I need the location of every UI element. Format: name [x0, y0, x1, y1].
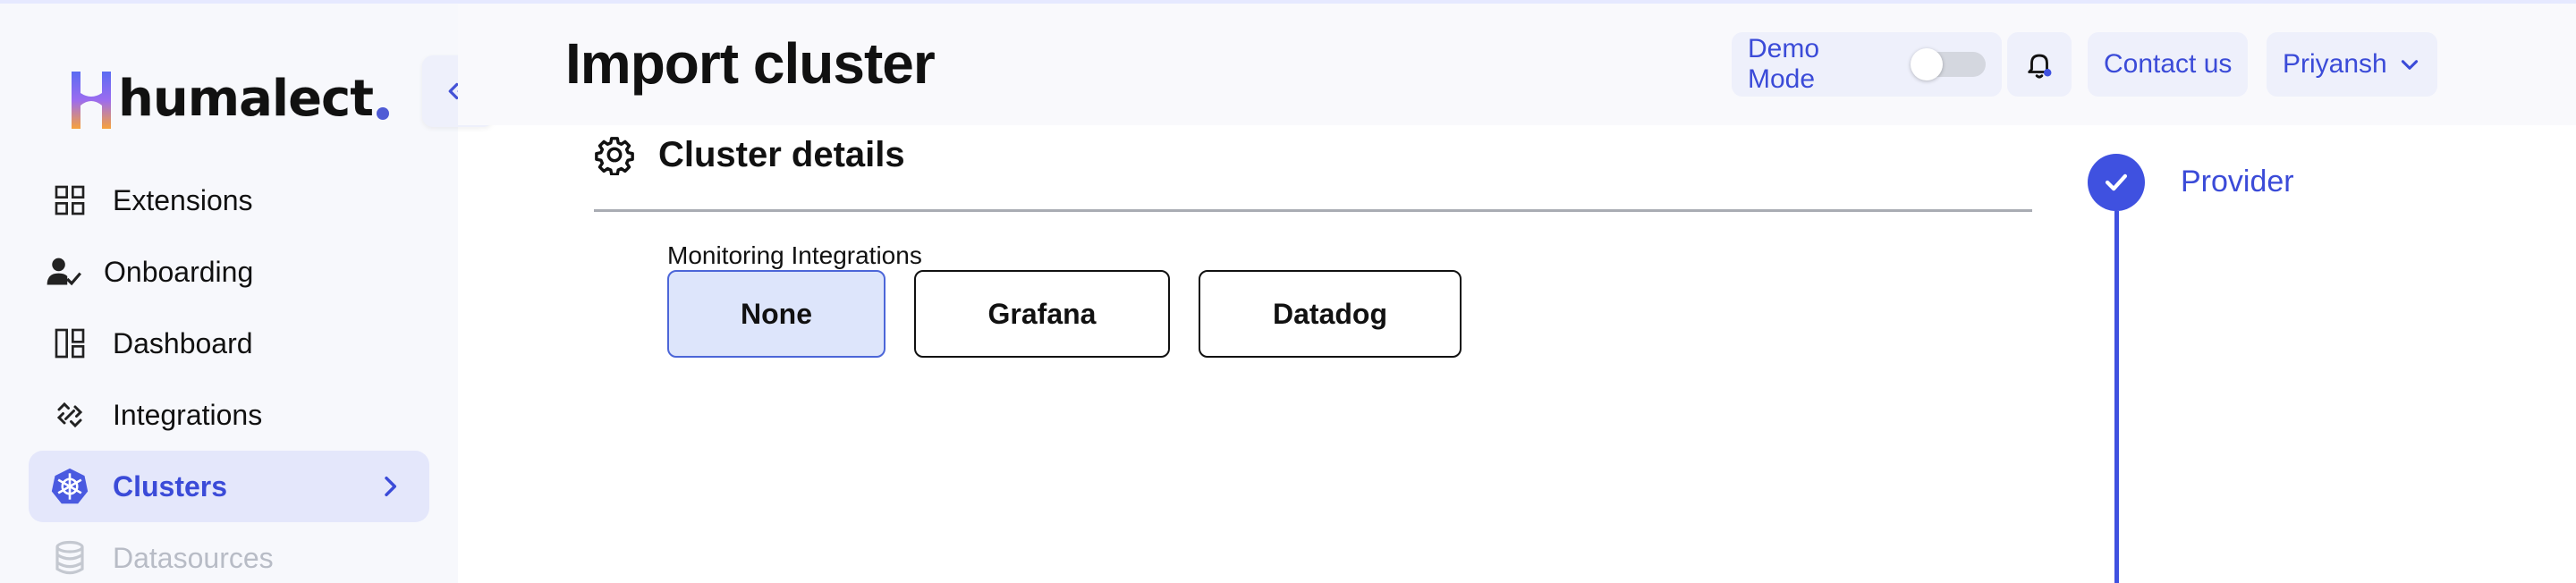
cluster-details-header: Cluster details: [594, 134, 905, 175]
sidebar-item-label: Extensions: [113, 183, 253, 216]
demo-mode-toggle[interactable]: [1911, 48, 1986, 80]
sidebar-item-integrations[interactable]: Integrations: [29, 379, 429, 451]
link-icon: [50, 395, 89, 435]
sidebar-item-label: Clusters: [113, 469, 228, 503]
user-check-icon: [45, 252, 84, 292]
toggle-knob: [1911, 48, 1944, 80]
kubernetes-icon: [50, 467, 89, 506]
notifications-button[interactable]: [2007, 32, 2072, 97]
brand-name: humalect: [118, 70, 374, 128]
user-menu-button[interactable]: Priyansh: [2267, 32, 2437, 97]
top-header: Import cluster Demo Mode Contact us Priy…: [458, 4, 2576, 125]
user-name: Priyansh: [2283, 49, 2387, 79]
page-title: Import cluster: [565, 31, 936, 96]
step-completed-indicator: [2088, 154, 2145, 211]
contact-us-label: Contact us: [2104, 49, 2233, 79]
chevron-right-icon: [385, 476, 397, 497]
sidebar: humalect Extensions Onboarding Dashboard: [0, 4, 494, 583]
sidebar-item-dashboard[interactable]: Dashboard: [29, 308, 429, 379]
grid-icon: [50, 181, 89, 220]
bell-icon: [2028, 54, 2052, 79]
sidebar-item-label: Integrations: [113, 398, 263, 431]
sidebar-item-datasources[interactable]: Datasources: [29, 522, 429, 583]
sidebar-item-label: Datasources: [113, 541, 274, 574]
step-provider-label[interactable]: Provider: [2181, 165, 2294, 199]
section-title: Cluster details: [658, 134, 905, 174]
demo-mode-label: Demo Mode: [1748, 34, 1820, 94]
demo-mode-control: Demo Mode: [1732, 32, 2002, 97]
section-divider: [594, 209, 2032, 212]
stepper-line: [2114, 211, 2119, 583]
sidebar-item-extensions[interactable]: Extensions: [29, 165, 429, 236]
sidebar-nav: Extensions Onboarding Dashboard Integrat…: [29, 165, 429, 583]
database-icon: [50, 538, 89, 578]
layout-icon: [50, 324, 89, 363]
brand-dot: [377, 107, 390, 120]
chevron-down-icon: [2401, 60, 2418, 70]
sidebar-item-clusters[interactable]: Clusters: [29, 451, 429, 522]
logo-mark-icon: [72, 72, 111, 129]
option-grafana-button[interactable]: Grafana: [914, 270, 1170, 358]
check-icon: [2105, 173, 2128, 191]
contact-us-button[interactable]: Contact us: [2088, 32, 2249, 97]
monitoring-integrations-label: Monitoring Integrations: [667, 241, 922, 269]
option-datadog-button[interactable]: Datadog: [1199, 270, 1462, 358]
sidebar-item-label: Dashboard: [113, 326, 253, 359]
option-none-button[interactable]: None: [667, 270, 886, 358]
gear-icon: [595, 137, 634, 175]
sidebar-item-onboarding[interactable]: Onboarding: [29, 236, 429, 308]
brand-logo[interactable]: humalect: [68, 59, 390, 131]
sidebar-item-label: Onboarding: [104, 255, 254, 288]
